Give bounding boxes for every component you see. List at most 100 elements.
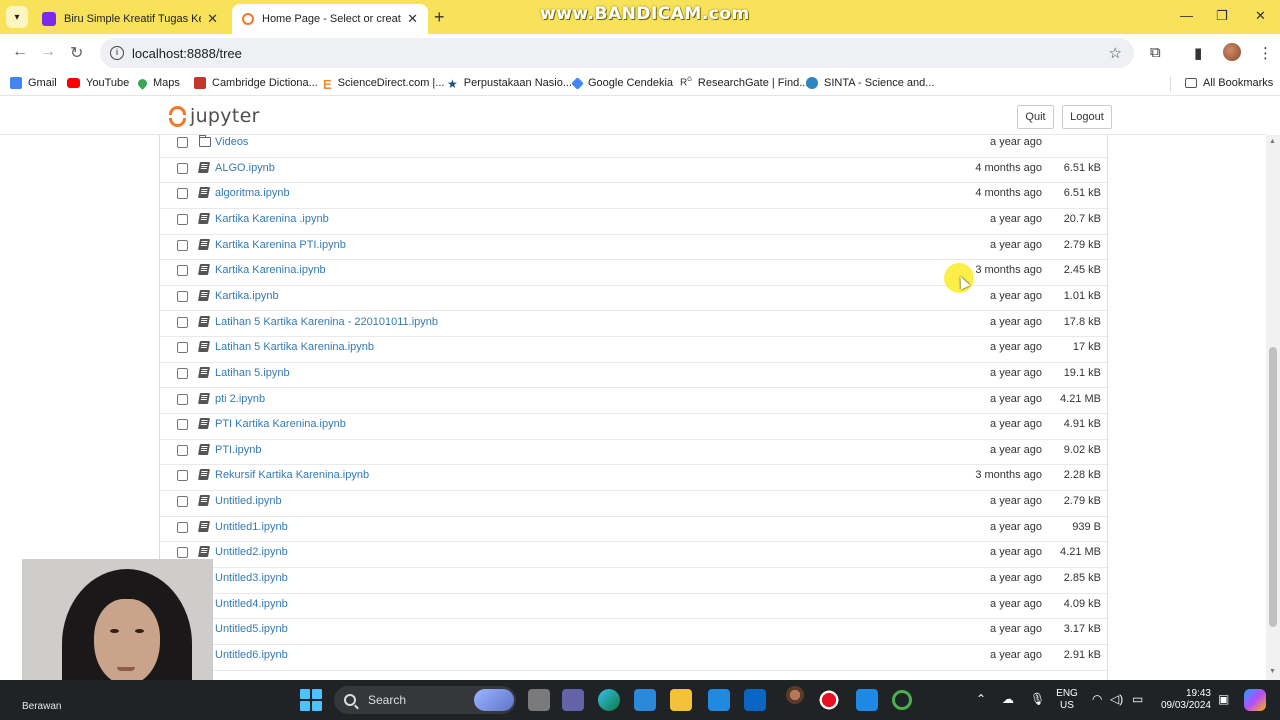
bookmark-youtube[interactable]: YouTube xyxy=(67,77,129,89)
file-row[interactable]: PTI Kartika Karenina.ipynb a year ago 4.91… xyxy=(160,414,1107,440)
file-name-link[interactable]: Untitled5.ipynb xyxy=(215,623,288,635)
file-row[interactable]: Untitled4.ipynb a year ago 4.09 kB xyxy=(160,594,1107,620)
file-row[interactable]: pti 2.ipynb a year ago 4.21 MB xyxy=(160,389,1107,415)
folder-app-icon[interactable] xyxy=(670,689,692,711)
restore-window-icon[interactable]: ❐ xyxy=(1216,8,1228,24)
tab-home-page[interactable]: Home Page - Select or create a ✕ xyxy=(232,4,428,34)
row-checkbox[interactable] xyxy=(177,547,188,559)
row-checkbox[interactable] xyxy=(177,496,188,508)
browser-menu-icon[interactable]: ⋮ xyxy=(1258,44,1273,62)
copilot-app-icon[interactable] xyxy=(1244,689,1266,711)
extensions-icon[interactable]: ⧉ xyxy=(1150,44,1161,61)
clock[interactable]: 19:43 09/03/2024 xyxy=(1155,688,1211,712)
reload-icon[interactable]: ↻ xyxy=(70,43,83,63)
file-name-link[interactable]: Videos xyxy=(215,136,248,148)
vscode-app-icon[interactable] xyxy=(856,689,878,711)
close-window-icon[interactable]: ✕ xyxy=(1255,8,1266,24)
file-name-link[interactable]: Untitled4.ipynb xyxy=(215,598,288,610)
trello-app-icon[interactable] xyxy=(744,689,766,711)
teams-app-icon[interactable] xyxy=(562,689,584,711)
forward-arrow-icon[interactable]: → xyxy=(40,43,56,61)
file-row[interactable]: Untitled5.ipynb a year ago 3.17 kB xyxy=(160,619,1107,645)
file-name-link[interactable]: Untitled.ipynb xyxy=(215,495,282,507)
row-checkbox[interactable] xyxy=(177,162,188,174)
file-row[interactable]: Latihan 5 Kartika Karenina.ipynb a year a… xyxy=(160,337,1107,363)
file-explorer-app-icon[interactable] xyxy=(528,689,550,711)
microphone-icon[interactable]: 🎙 xyxy=(1030,692,1045,706)
mail-app-icon[interactable] xyxy=(708,689,730,711)
profile-avatar[interactable] xyxy=(1223,43,1241,61)
file-name-link[interactable]: ALGO.ipynb xyxy=(215,162,275,174)
windows-start-icon[interactable] xyxy=(300,689,322,711)
close-tab-icon[interactable]: ✕ xyxy=(407,11,418,27)
all-bookmarks-folder[interactable]: All Bookmarks xyxy=(1185,77,1273,89)
page-scrollbar[interactable]: ▲ ▼ xyxy=(1266,135,1280,680)
quit-button[interactable]: Quit xyxy=(1017,105,1054,129)
tab-search-menu-button[interactable]: ▾ xyxy=(6,6,28,28)
bookmark-sciencedirect[interactable]: E ScienceDirect.com |... xyxy=(323,77,444,92)
row-checkbox[interactable] xyxy=(177,393,188,405)
file-name-link[interactable]: Latihan 5 Kartika Karenina - 220101011.i… xyxy=(215,316,438,328)
bookmark-cambridge[interactable]: Cambridge Dictiona... xyxy=(194,77,318,89)
row-checkbox[interactable] xyxy=(177,521,188,533)
row-checkbox[interactable] xyxy=(177,213,188,225)
refresh-app-icon[interactable] xyxy=(892,690,912,710)
row-checkbox[interactable] xyxy=(177,239,188,251)
file-name-link[interactable]: Untitled1.ipynb xyxy=(215,521,288,533)
scroll-up-arrow-icon[interactable]: ▲ xyxy=(1269,138,1276,145)
bookmark-maps[interactable]: Maps xyxy=(136,76,180,90)
file-row[interactable]: Latihan 5 Kartika Karenina - 220101011.i… xyxy=(160,312,1107,338)
file-name-link[interactable]: Untitled3.ipynb xyxy=(215,572,288,584)
file-name-link[interactable]: Kartika Karenina .ipynb xyxy=(215,213,329,225)
bookmark-sinta[interactable]: SINTA - Science and... xyxy=(806,77,934,89)
row-checkbox[interactable] xyxy=(177,316,188,328)
speaker-icon[interactable]: ◁) xyxy=(1110,692,1123,706)
chrome-app-icon[interactable] xyxy=(786,686,804,704)
bookmark-researchgate[interactable]: RG ResearchGate | Find... xyxy=(680,77,808,89)
battery-icon[interactable]: ▭ xyxy=(1132,692,1143,706)
close-tab-icon[interactable]: ✕ xyxy=(207,11,218,27)
show-hidden-icons[interactable]: ⌃ xyxy=(976,692,986,706)
file-row[interactable]: Untitled2.ipynb a year ago 4.21 MB xyxy=(160,542,1107,568)
bookmark-star-icon[interactable]: ☆ xyxy=(1109,44,1122,62)
row-checkbox[interactable] xyxy=(177,470,188,482)
row-checkbox[interactable] xyxy=(177,419,188,431)
scroll-down-arrow-icon[interactable]: ▼ xyxy=(1269,668,1276,675)
row-checkbox[interactable] xyxy=(177,290,188,302)
jupyter-logo[interactable]: jupyter xyxy=(168,104,260,128)
file-row[interactable]: Untitled3.ipynb a year ago 2.85 kB xyxy=(160,568,1107,594)
bookmark-google-cendekia[interactable]: Google Cendekia xyxy=(571,76,673,90)
file-row[interactable]: Untitled.ipynb a year ago 2.79 kB xyxy=(160,491,1107,517)
row-checkbox[interactable] xyxy=(177,188,188,200)
minimize-window-icon[interactable]: — xyxy=(1180,8,1193,23)
file-row[interactable]: Kartika Karenina .ipynb a year ago 20.7 kB xyxy=(160,209,1107,235)
edge-app-icon[interactable] xyxy=(598,689,620,711)
row-checkbox[interactable] xyxy=(177,444,188,456)
file-name-link[interactable]: Rekursif Kartika Karenina.ipynb xyxy=(215,469,369,481)
file-name-link[interactable]: Latihan 5.ipynb xyxy=(215,367,290,379)
file-name-link[interactable]: Untitled6.ipynb xyxy=(215,649,288,661)
row-checkbox[interactable] xyxy=(177,137,188,148)
file-row[interactable]: PTI.ipynb a year ago 9.02 kB xyxy=(160,440,1107,466)
file-name-link[interactable]: Untitled2.ipynb xyxy=(215,546,288,558)
file-row[interactable]: Rekursif Kartika Karenina.ipynb 3 months … xyxy=(160,465,1107,492)
file-name-link[interactable]: Kartika Karenina.ipynb xyxy=(215,264,326,276)
tab-biru-simple[interactable]: Biru Simple Kreatif Tugas Kelom ✕ xyxy=(32,4,228,34)
row-checkbox[interactable] xyxy=(177,342,188,354)
file-row[interactable]: ALGO.ipynb 4 months ago 6.51 kB xyxy=(160,158,1107,184)
file-row[interactable]: Latihan 5.ipynb a year ago 19.1 kB xyxy=(160,363,1107,389)
file-name-link[interactable]: PTI Kartika Karenina.ipynb xyxy=(215,418,346,430)
file-name-link[interactable]: Latihan 5 Kartika Karenina.ipynb xyxy=(215,341,374,353)
bookmark-gmail[interactable]: Gmail xyxy=(10,77,57,89)
file-name-link[interactable]: Kartika.ipynb xyxy=(215,290,279,302)
address-bar[interactable]: i localhost:8888/tree ☆ xyxy=(100,38,1134,68)
bandicam-app-icon[interactable] xyxy=(818,689,840,711)
new-tab-button[interactable]: + xyxy=(434,7,445,28)
taskbar-search[interactable]: Search xyxy=(334,686,516,714)
file-row[interactable]: Kartika Karenina PTI.ipynb a year ago 2.79… xyxy=(160,235,1107,261)
file-row[interactable]: Videos a year ago xyxy=(160,135,1107,158)
site-info-icon[interactable]: i xyxy=(110,46,124,60)
cloud-off-icon[interactable]: ☁ xyxy=(1002,692,1014,706)
language-indicator[interactable]: ENG US xyxy=(1055,688,1079,712)
back-arrow-icon[interactable]: ← xyxy=(12,43,28,61)
